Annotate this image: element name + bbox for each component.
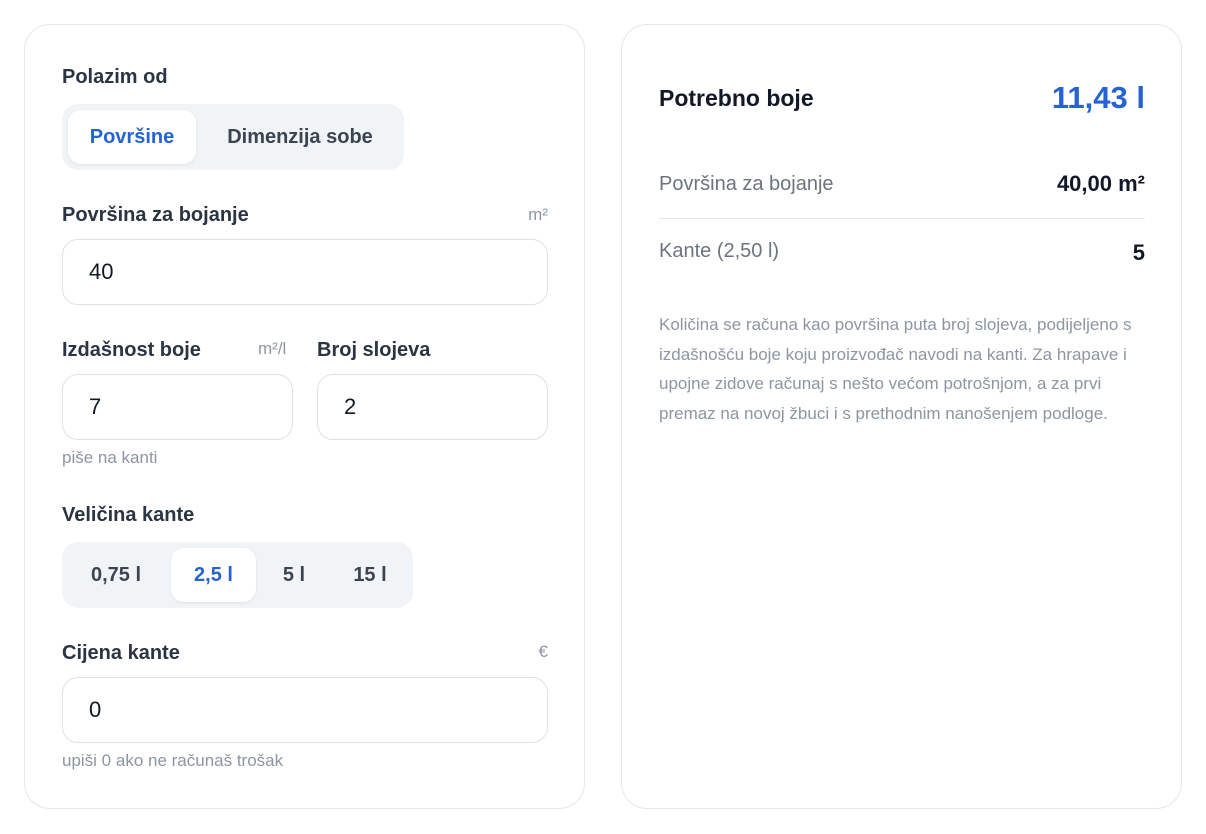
tab-surfaces[interactable]: Površine: [68, 110, 196, 164]
bucket-option-5l[interactable]: 5 l: [262, 548, 326, 602]
coverage-unit: m²/l: [258, 339, 287, 358]
result-total: 11,43 l: [1051, 80, 1145, 115]
calculator-form-card: Polazim od Površine Dimenzija sobe Površ…: [24, 24, 585, 809]
bucket-price-hint: upiši 0 ako ne računaš trošak: [62, 751, 284, 770]
bucket-option-15l[interactable]: 15 l: [332, 548, 408, 602]
area-input[interactable]: [62, 239, 548, 305]
bucket-option-2-5l[interactable]: 2,5 l: [171, 548, 256, 602]
coverage-input[interactable]: [62, 374, 293, 440]
bucket-size-label: Veličina kante: [62, 504, 195, 526]
bucket-size-switch: 0,75 l 2,5 l 5 l 15 l: [62, 542, 413, 608]
result-card: Potrebno boje 11,43 l Površina za bojanj…: [621, 24, 1182, 809]
bucket-price-label: Cijena kante: [62, 642, 180, 664]
tab-room-dimensions[interactable]: Dimenzija sobe: [202, 110, 398, 164]
result-buckets-label: Kante (2,50 l): [659, 240, 780, 262]
coverage-label: Izdašnost boje: [62, 339, 201, 361]
coats-label: Broj slojeva: [317, 339, 431, 361]
result-title: Potrebno boje: [659, 85, 814, 111]
result-area-value: 40,00 m²: [1056, 171, 1145, 196]
start-from-label: Polazim od: [62, 66, 168, 88]
currency-unit: €: [538, 642, 548, 661]
calculation-note: Količina se računa kao površina puta bro…: [659, 315, 1132, 423]
result-divider: [659, 218, 1145, 219]
result-buckets-value: 5: [1132, 240, 1145, 265]
coverage-hint: piše na kanti: [62, 448, 158, 467]
area-unit: m²: [528, 205, 548, 224]
bucket-option-0-75l[interactable]: 0,75 l: [68, 548, 164, 602]
mode-switch: Površine Dimenzija sobe: [62, 104, 404, 170]
bucket-price-input[interactable]: [62, 677, 548, 743]
area-label: Površina za bojanje: [62, 204, 249, 226]
result-area-label: Površina za bojanje: [659, 173, 834, 195]
coats-input[interactable]: [317, 374, 548, 440]
